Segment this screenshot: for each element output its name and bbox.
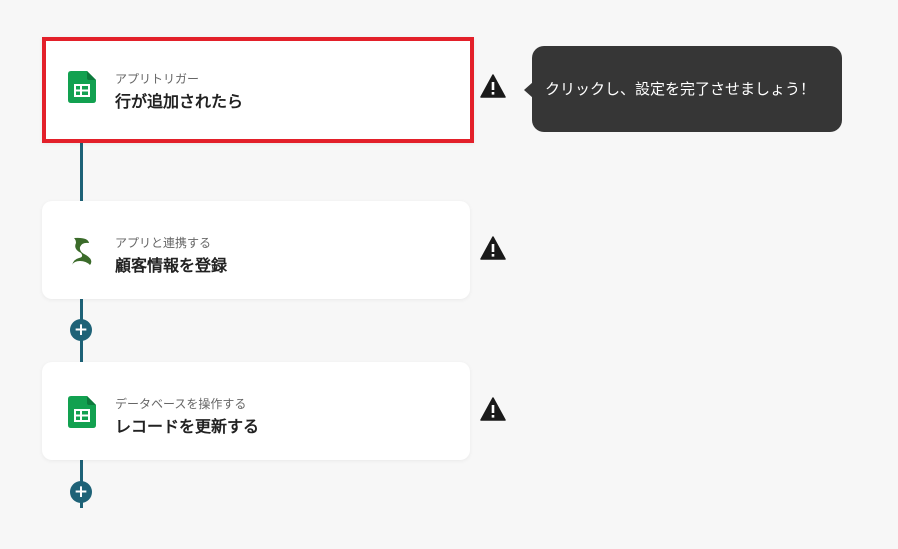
step-subtitle: アプリと連携する	[115, 236, 212, 250]
warning-icon[interactable]	[480, 397, 506, 421]
step-title: レコードを更新する	[115, 417, 260, 436]
google-sheets-icon	[68, 396, 96, 428]
guide-tooltip: クリックし、設定を完了させましょう！	[532, 46, 842, 132]
flow-connector	[80, 140, 83, 202]
google-sheets-icon	[68, 71, 96, 103]
flow-step-trigger[interactable]: アプリトリガー 行が追加されたら	[42, 37, 474, 143]
add-step-button[interactable]: +	[70, 319, 92, 341]
step-title: 行が追加されたら	[115, 92, 244, 111]
add-step-button[interactable]: +	[70, 481, 92, 503]
flow-step-app-action[interactable]: アプリと連携する 顧客情報を登録	[42, 201, 470, 299]
warning-icon[interactable]	[480, 236, 506, 260]
step-subtitle: アプリトリガー	[115, 72, 200, 86]
step-title: 顧客情報を登録	[115, 256, 228, 275]
flow-step-database-action[interactable]: データベースを操作する レコードを更新する	[42, 362, 470, 460]
sansan-icon	[72, 237, 92, 265]
step-subtitle: データベースを操作する	[115, 397, 247, 411]
warning-icon[interactable]	[480, 74, 506, 98]
